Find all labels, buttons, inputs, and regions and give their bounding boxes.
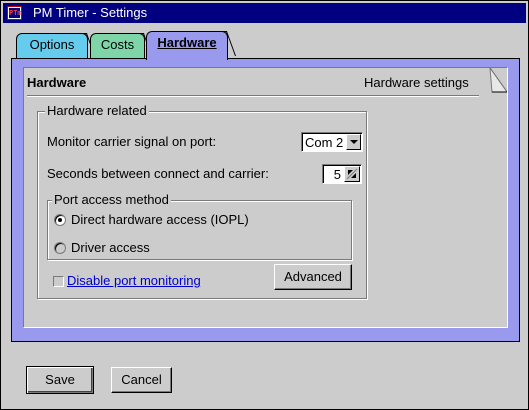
carrier-port-select[interactable]: Com 2 xyxy=(301,132,363,152)
advanced-button-label: Advanced xyxy=(284,269,342,284)
tab-panel: Hardware Hardware settings Hardware rela… xyxy=(11,58,520,342)
save-button[interactable]: Save xyxy=(26,366,94,394)
tab-costs[interactable]: Costs xyxy=(90,33,153,58)
page-subtitle: Hardware settings xyxy=(364,75,469,90)
header-divider xyxy=(27,95,479,97)
hardware-page: Hardware Hardware settings Hardware rela… xyxy=(23,67,508,328)
title-bar[interactable]: PTm PM Timer - Settings xyxy=(3,3,526,23)
disable-monitoring-checkbox[interactable] xyxy=(53,276,64,287)
tab-hardware[interactable]: Hardware xyxy=(146,31,236,60)
tab-hardware-label: Hardware xyxy=(157,35,217,50)
hardware-related-group: Hardware related Monitor carrier signal … xyxy=(37,103,367,299)
radio-direct-hardware[interactable] xyxy=(54,214,66,226)
page-title: Hardware xyxy=(27,75,87,90)
seconds-spinner[interactable]: 5 xyxy=(322,164,362,184)
carrier-port-label: Monitor carrier signal on port: xyxy=(47,134,217,149)
tab-options-label: Options xyxy=(29,37,75,52)
tab-costs-label: Costs xyxy=(100,37,135,52)
port-access-legend: Port access method xyxy=(52,192,171,207)
cancel-button-label: Cancel xyxy=(121,372,162,387)
chevron-down-icon[interactable] xyxy=(346,134,361,150)
seconds-label: Seconds between connect and carrier: xyxy=(47,166,269,181)
radio-driver-access-label[interactable]: Driver access xyxy=(71,240,150,255)
seconds-value: 5 xyxy=(333,167,341,182)
spinner-arrows-icon[interactable] xyxy=(344,166,360,182)
window-title: PM Timer - Settings xyxy=(33,5,148,20)
radio-direct-hardware-label[interactable]: Direct hardware access (IOPL) xyxy=(71,212,249,227)
page-turn-icon[interactable] xyxy=(476,68,507,98)
settings-window: PTm PM Timer - Settings Options Costs Ha… xyxy=(0,0,529,410)
pmtimer-app-icon[interactable]: PTm xyxy=(7,6,22,20)
disable-monitoring-label[interactable]: Disable port monitoring xyxy=(67,273,201,288)
carrier-port-value: Com 2 xyxy=(305,135,344,150)
hardware-related-legend: Hardware related xyxy=(45,103,149,118)
save-button-label: Save xyxy=(45,372,75,387)
tab-options[interactable]: Options xyxy=(16,33,96,58)
app-icon-letters: PTm xyxy=(9,8,22,18)
cancel-button[interactable]: Cancel xyxy=(111,367,172,393)
advanced-button[interactable]: Advanced xyxy=(274,264,352,290)
port-access-group: Port access method Direct hardware acces… xyxy=(47,192,352,260)
radio-driver-access[interactable] xyxy=(54,242,66,254)
